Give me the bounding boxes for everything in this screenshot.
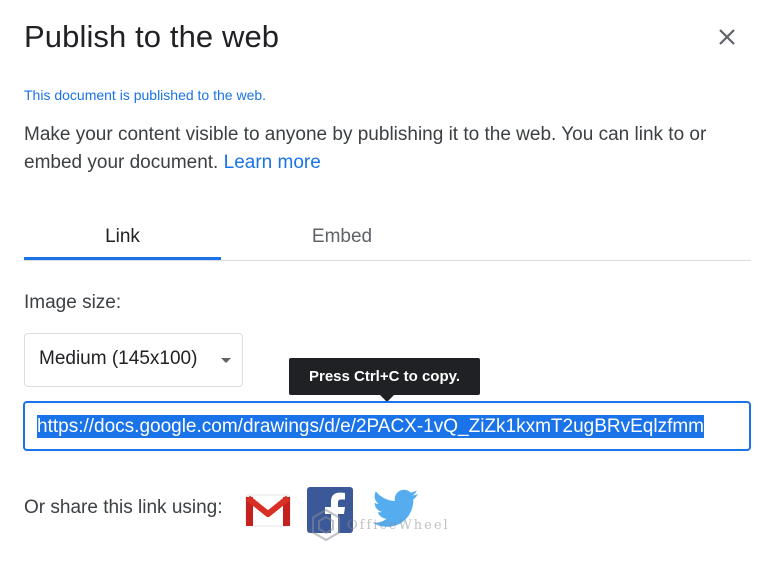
published-status: This document is published to the web. bbox=[24, 87, 267, 103]
share-label: Or share this link using: bbox=[24, 497, 223, 518]
publish-url-field[interactable]: https://docs.google.com/drawings/d/e/2PA… bbox=[23, 401, 751, 451]
image-size-select[interactable]: Medium (145x100) bbox=[24, 333, 243, 387]
officewheel-watermark: OfficeWheel bbox=[311, 508, 461, 542]
gmail-icon[interactable] bbox=[245, 492, 291, 528]
learn-more-link[interactable]: Learn more bbox=[224, 152, 321, 173]
publish-dialog: Publish to the web This document is publ… bbox=[0, 0, 767, 565]
copy-tooltip: Press Ctrl+C to copy. bbox=[289, 358, 480, 395]
chevron-down-icon bbox=[221, 358, 231, 363]
description-text: Make your content visible to anyone by p… bbox=[24, 124, 707, 173]
dialog-description: Make your content visible to anyone by p… bbox=[24, 121, 744, 177]
tab-embed[interactable]: Embed bbox=[242, 222, 442, 260]
tab-link[interactable]: Link bbox=[24, 222, 221, 260]
tab-bar: Link Embed bbox=[24, 222, 751, 261]
watermark-logo-icon bbox=[312, 508, 340, 542]
image-size-value: Medium (145x100) bbox=[39, 348, 198, 369]
watermark-text: OfficeWheel bbox=[347, 518, 450, 533]
dialog-title: Publish to the web bbox=[24, 19, 280, 54]
close-icon[interactable] bbox=[712, 22, 742, 52]
active-tab-indicator bbox=[24, 257, 221, 260]
image-size-label: Image size: bbox=[24, 292, 122, 313]
publish-url-text: https://docs.google.com/drawings/d/e/2PA… bbox=[37, 415, 705, 438]
